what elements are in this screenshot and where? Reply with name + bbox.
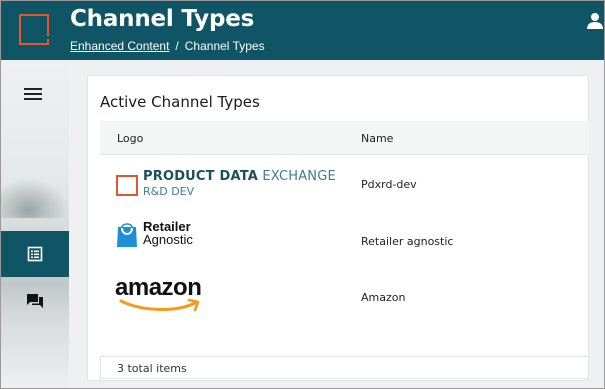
pdx-logo-text-bold: PRODUCT DATA bbox=[143, 169, 259, 184]
table-header: Logo Name bbox=[100, 121, 589, 155]
card-title: Active Channel Types bbox=[100, 93, 260, 111]
product-data-exchange-logo: PRODUCT DATA EXCHANGE R&D DEV bbox=[116, 168, 336, 200]
total-items-count: 3 total items bbox=[117, 362, 187, 375]
table-footer: 3 total items bbox=[100, 356, 589, 379]
column-header-name[interactable]: Name bbox=[361, 132, 393, 145]
table-row[interactable]: amazon Amazon bbox=[100, 270, 589, 326]
shopping-bag-icon bbox=[117, 223, 137, 247]
menu-icon[interactable] bbox=[21, 84, 45, 104]
main-content: Active Channel Types Logo Name PRODUCT D… bbox=[69, 60, 604, 388]
breadcrumb-current: Channel Types bbox=[184, 39, 265, 53]
table-row[interactable]: Retailer Agnostic Retailer agnostic bbox=[100, 214, 589, 270]
pdx-square-icon bbox=[116, 175, 138, 196]
retailer-logo-text-line2: Agnostic bbox=[143, 232, 193, 247]
app-logo[interactable] bbox=[19, 14, 49, 45]
channel-name: Pdxrd-dev bbox=[361, 178, 417, 191]
breadcrumb: Enhanced Content / Channel Types bbox=[70, 39, 265, 53]
sidebar bbox=[1, 60, 69, 388]
amazon-smile-icon bbox=[119, 298, 200, 312]
sidebar-item-list[interactable] bbox=[1, 231, 69, 277]
channel-name: Amazon bbox=[361, 291, 406, 304]
table-row[interactable]: PRODUCT DATA EXCHANGE R&D DEV Pdxrd-dev bbox=[100, 158, 589, 214]
page-title: Channel Types bbox=[70, 6, 255, 32]
sidebar-item-chat[interactable] bbox=[1, 278, 69, 324]
user-icon[interactable] bbox=[586, 12, 604, 30]
retailer-agnostic-logo: Retailer Agnostic bbox=[116, 220, 226, 256]
channel-types-card: Active Channel Types Logo Name PRODUCT D… bbox=[87, 75, 589, 381]
pdx-logo-text-light: EXCHANGE bbox=[258, 169, 336, 184]
chat-icon bbox=[27, 294, 43, 308]
pdx-logo-subtext: R&D DEV bbox=[143, 185, 195, 198]
app-header: Channel Types Enhanced Content / Channel T… bbox=[1, 1, 604, 60]
column-header-logo[interactable]: Logo bbox=[117, 132, 143, 145]
channel-name: Retailer agnostic bbox=[361, 235, 454, 248]
breadcrumb-separator: / bbox=[175, 39, 179, 53]
breadcrumb-link-enhanced-content[interactable]: Enhanced Content bbox=[70, 39, 169, 53]
list-icon bbox=[27, 246, 43, 262]
amazon-logo: amazon bbox=[115, 274, 225, 312]
app-window: Channel Types Enhanced Content / Channel T… bbox=[0, 0, 605, 389]
